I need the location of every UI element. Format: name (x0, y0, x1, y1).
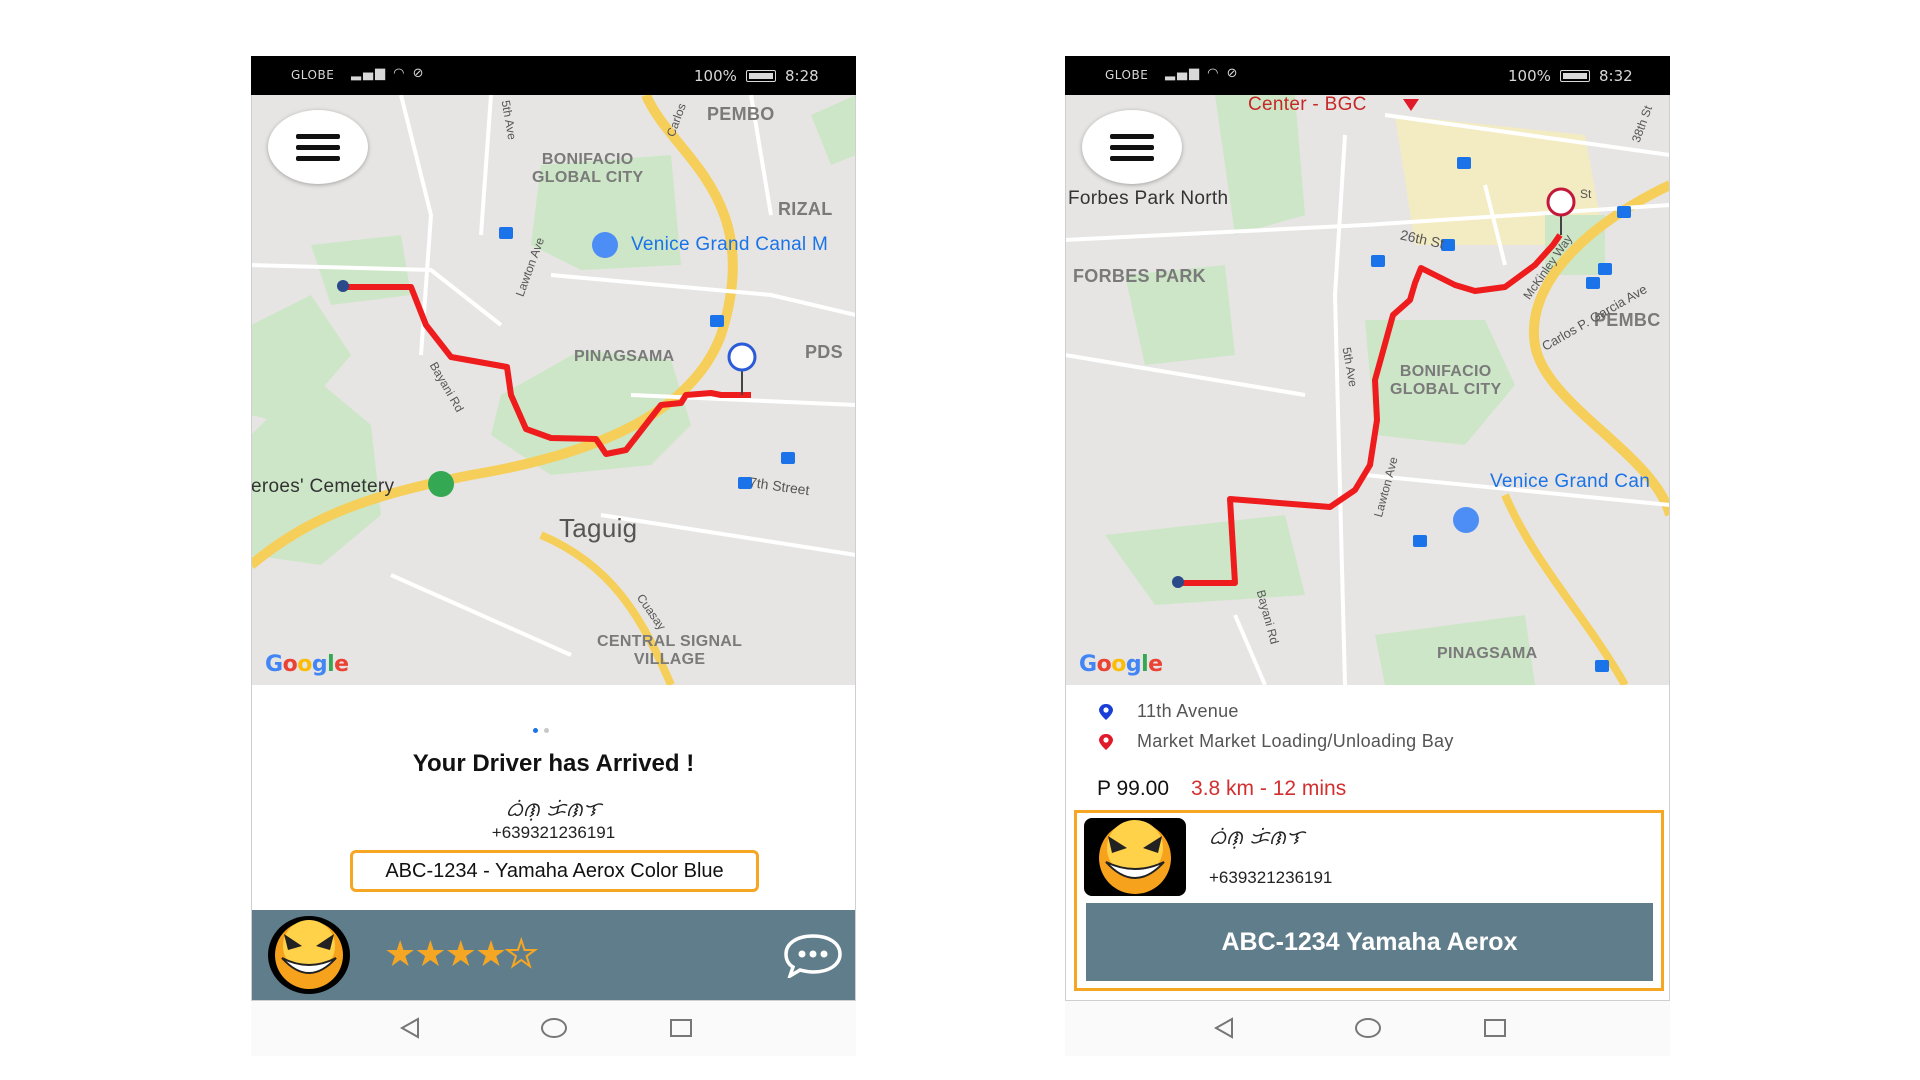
phone-screen-driver-arrived: GLOBE ▂▄▆ ◠ ⊘ 100% 8:28 PEMBO BONIFACIO … (251, 56, 856, 1056)
map-label-rizal: RIZAL (778, 199, 833, 219)
menu-button[interactable] (268, 110, 368, 184)
map-canvas (1065, 95, 1670, 685)
battery-percent: 100% (1508, 67, 1551, 85)
street-label-st: St (1580, 187, 1592, 201)
dropoff-location: Market Market Loading/Unloading Bay (1137, 731, 1454, 751)
signal-wifi-icons: ▂▄▆ ◠ ⊘ (351, 66, 426, 81)
map-label-venice: Venice Grand Can (1490, 471, 1651, 492)
map-label-taguig: Taguig (559, 513, 638, 543)
map-label-venice: Venice Grand Canal M (631, 234, 829, 255)
vehicle-info-box: ABC-1234 - Yamaha Aerox Color Blue (350, 850, 759, 892)
driver-action-bar: ★★★★★ (251, 910, 856, 1000)
dropoff-row: Market Market Loading/Unloading Bay (1097, 731, 1454, 752)
battery-icon (746, 70, 776, 82)
google-logo: Google (1079, 652, 1163, 677)
chat-icon (784, 934, 842, 980)
avatar-face-icon (1099, 820, 1171, 894)
battery-icon (1560, 70, 1590, 82)
map-label-bgc: BONIFACIO GLOBAL CITY (532, 151, 644, 186)
driver-rating: ★★★★★ (384, 933, 538, 975)
back-icon[interactable] (396, 1013, 426, 1043)
map-label-forbes-north: Forbes Park North (1068, 188, 1229, 209)
hamburger-icon (296, 134, 340, 139)
arrived-title: Your Driver has Arrived ! (412, 750, 695, 777)
driver-name: ᜊᜒᜈᜓ ᜃᜒᜈᜎ (505, 797, 602, 821)
map-label-pinagsama: PINAGSAMA (574, 348, 675, 365)
driver-avatar[interactable] (1084, 818, 1186, 896)
status-bar: GLOBE ▂▄▆ ◠ ⊘ 100% 8:32 (1065, 56, 1670, 95)
recent-apps-icon[interactable] (666, 1013, 696, 1043)
home-icon[interactable] (1353, 1013, 1383, 1043)
rating-star-icon: ★ (474, 933, 507, 974)
avatar-face-icon (275, 920, 343, 989)
map-label-central-signal: CENTRAL SIGNAL VILLAGE (597, 633, 743, 668)
dropoff-pin-icon (1099, 734, 1113, 751)
signal-wifi-icons: ▂▄▆ ◠ ⊘ (1165, 66, 1240, 81)
system-nav-bar (1065, 1001, 1670, 1056)
menu-button[interactable] (1082, 110, 1182, 184)
clock: 8:28 (785, 67, 819, 85)
recent-apps-icon[interactable] (1480, 1013, 1510, 1043)
chat-button[interactable] (782, 932, 844, 980)
map-label-forbes-park: FORBES PARK (1073, 266, 1206, 286)
vehicle-button[interactable]: ABC-1234 Yamaha Aerox (1086, 903, 1653, 981)
driver-name: ᜊᜒᜈᜓ ᜃᜒᜈᜎ (1209, 825, 1305, 849)
carrier-label: GLOBE (291, 68, 335, 82)
rating-star-icon: ★ (414, 933, 446, 974)
route-map[interactable]: Center - BGC Forbes Park North FORBES PA… (1065, 95, 1670, 685)
driver-phone: +639321236191 (1209, 868, 1333, 887)
pickup-row: 11th Avenue (1097, 701, 1239, 722)
map-label-cemetery: eroes' Cemetery (251, 476, 395, 497)
battery-percent: 100% (694, 67, 737, 85)
back-icon[interactable] (1210, 1013, 1240, 1043)
pickup-location: 11th Avenue (1137, 701, 1239, 721)
pickup-pin-icon (1099, 704, 1113, 721)
clock: 8:32 (1599, 67, 1633, 85)
driver-avatar[interactable] (268, 916, 350, 994)
map-label-center-bgc: Center - BGC (1248, 95, 1367, 115)
hamburger-icon (1110, 134, 1154, 139)
rating-star-icon: ★ (444, 933, 477, 974)
distance-eta: 3.8 km - 12 mins (1191, 777, 1347, 800)
rating-star-icon: ★ (384, 933, 416, 974)
carrier-label: GLOBE (1105, 68, 1149, 82)
route-map[interactable]: PEMBO BONIFACIO GLOBAL CITY RIZAL Venice… (251, 95, 856, 685)
status-bar: GLOBE ▂▄▆ ◠ ⊘ 100% 8:28 (251, 56, 856, 95)
phone-screen-trip-details: GLOBE ▂▄▆ ◠ ⊘ 100% 8:32 Center - BGC For… (1065, 56, 1670, 1056)
map-label-pembo: PEMBO (707, 104, 775, 124)
driver-phone: +639321236191 (491, 823, 616, 842)
home-icon[interactable] (539, 1013, 569, 1043)
map-label-pinagsama: PINAGSAMA (1437, 645, 1538, 662)
fare-row: P 99.00 3.8 km - 12 mins (1097, 777, 1346, 801)
system-nav-bar (251, 1001, 856, 1056)
page-indicator (533, 720, 555, 738)
google-logo: Google (265, 652, 349, 677)
fare-amount: P 99.00 (1097, 777, 1170, 800)
driver-card: ᜊᜒᜈᜓ ᜃᜒᜈᜎ +639321236191 ABC-1234 Yamaha … (1074, 810, 1664, 991)
map-label-bgc: BONIFACIO GLOBAL CITY (1390, 363, 1502, 398)
rating-star-icon: ★ (504, 933, 538, 975)
map-label-pds: PDS (805, 342, 843, 362)
